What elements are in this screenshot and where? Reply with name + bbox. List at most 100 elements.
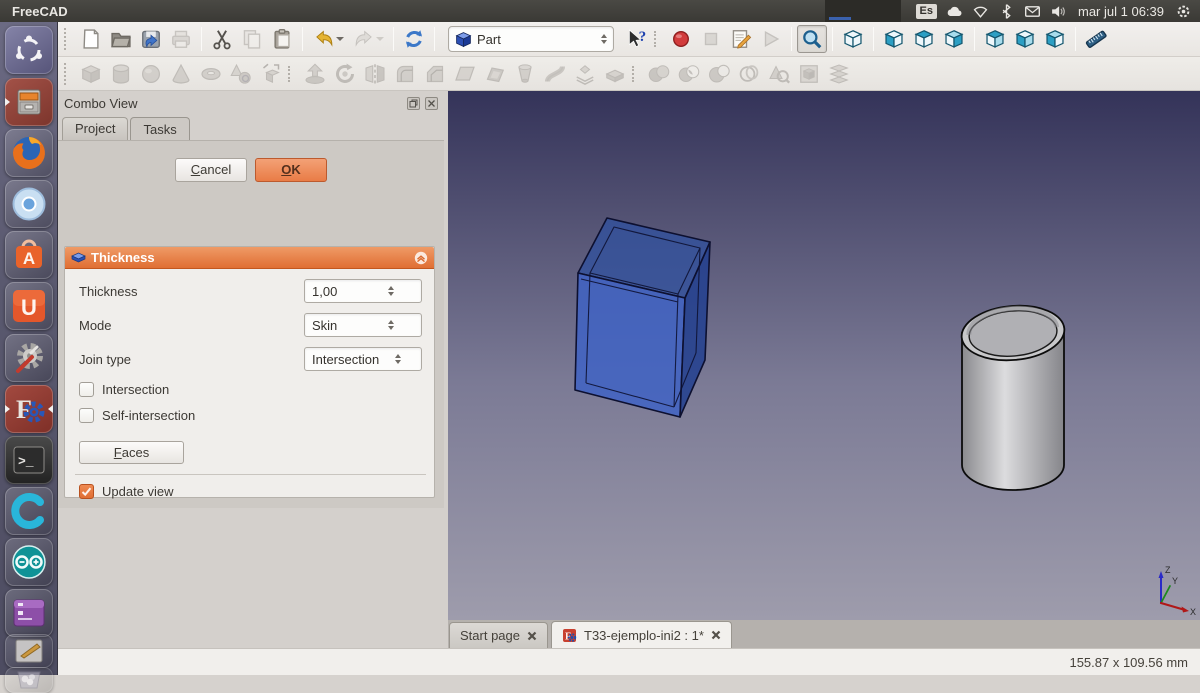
close-tab-icon[interactable] [527, 631, 537, 641]
open-document-button[interactable] [106, 25, 136, 53]
toolbar-drag-handle[interactable] [288, 66, 295, 82]
loft-button[interactable] [510, 60, 540, 88]
3d-viewport[interactable]: Z Y X [448, 91, 1200, 620]
tab-tasks[interactable]: Tasks [130, 117, 189, 141]
cloud-icon[interactable] [946, 3, 963, 20]
paste-button[interactable] [267, 25, 297, 53]
files-icon[interactable] [5, 78, 53, 126]
make-face-button[interactable] [480, 60, 510, 88]
keyboard-layout-indicator[interactable]: Es [916, 4, 937, 19]
system-settings-icon[interactable] [5, 334, 53, 382]
join-type-combobox[interactable]: Intersection [304, 347, 422, 371]
cross-sections-button[interactable] [824, 60, 854, 88]
close-panel-button[interactable] [425, 97, 438, 110]
part-torus-button[interactable] [196, 60, 226, 88]
mode-combo-arrows[interactable] [365, 320, 418, 330]
toolbar-drag-handle[interactable] [64, 28, 71, 50]
bottom-view-button[interactable] [1010, 25, 1040, 53]
self-intersection-checkbox[interactable] [79, 408, 94, 423]
copy-button[interactable] [237, 25, 267, 53]
panel-clock[interactable]: mar jul 1 06:39 [1078, 4, 1164, 19]
measure-distance-button[interactable] [1081, 25, 1111, 53]
trash-icon[interactable] [5, 667, 53, 693]
sweep-button[interactable] [540, 60, 570, 88]
arduino-icon[interactable] [5, 538, 53, 586]
chamfer-button[interactable] [420, 60, 450, 88]
right-view-button[interactable] [939, 25, 969, 53]
combo-view-titlebar[interactable]: Combo View [58, 91, 444, 115]
undo-button[interactable] [308, 25, 348, 53]
redo-button[interactable] [348, 25, 388, 53]
save-document-button[interactable] [136, 25, 166, 53]
ruled-surface-button[interactable] [450, 60, 480, 88]
top-view-button[interactable] [909, 25, 939, 53]
toolbar-drag-handle[interactable] [64, 63, 71, 85]
cancel-button[interactable]: Cancel [175, 158, 247, 182]
macro-edit-button[interactable] [726, 25, 756, 53]
boolean-union-button[interactable] [644, 60, 674, 88]
ok-button[interactable]: OK [255, 158, 327, 182]
fillet-button[interactable] [390, 60, 420, 88]
part-cone-button[interactable] [166, 60, 196, 88]
shape-builder-button[interactable] [256, 60, 286, 88]
firefox-icon[interactable] [5, 129, 53, 177]
boolean-cut-button[interactable] [704, 60, 734, 88]
bluetooth-icon[interactable] [998, 3, 1015, 20]
workbench-selector[interactable]: Part [448, 26, 614, 52]
tab-document[interactable]: F T33-ejemplo-ini2 : 1* [551, 621, 732, 648]
tab-project[interactable]: Project [62, 117, 128, 140]
offset-button[interactable] [570, 60, 600, 88]
toolbar-drag-handle[interactable] [632, 66, 639, 82]
print-button[interactable] [166, 25, 196, 53]
extrude-button[interactable] [300, 60, 330, 88]
axonometric-view-button[interactable] [838, 25, 868, 53]
check-geometry-button[interactable] [764, 60, 794, 88]
create-primitives-button[interactable] [226, 60, 256, 88]
hollow-blue-box[interactable] [575, 218, 710, 417]
thickness-taskbox-header[interactable]: Thickness [65, 247, 434, 269]
intersection-checkbox[interactable] [79, 382, 94, 397]
macro-record-button[interactable] [666, 25, 696, 53]
update-view-checkbox[interactable] [79, 484, 94, 499]
software-center-icon[interactable]: A [5, 231, 53, 279]
undo-dropdown-caret[interactable] [336, 37, 344, 41]
left-view-button[interactable] [1040, 25, 1070, 53]
macro-stop-button[interactable] [696, 25, 726, 53]
notes-app-icon[interactable] [5, 634, 53, 668]
thickness-spinbox[interactable]: 1,00 [304, 279, 422, 303]
toolbar-drag-handle[interactable] [654, 31, 661, 47]
boolean-common-button[interactable] [674, 60, 704, 88]
front-view-button[interactable] [879, 25, 909, 53]
faces-button[interactable]: Faces [79, 441, 184, 464]
chromium-icon[interactable] [5, 180, 53, 228]
dash-home-icon[interactable] [5, 26, 53, 74]
mirror-button[interactable] [360, 60, 390, 88]
join-type-combo-arrows[interactable] [379, 354, 417, 364]
tab-start-page[interactable]: Start page [449, 622, 548, 648]
cut-button[interactable] [207, 25, 237, 53]
refresh-button[interactable] [399, 25, 429, 53]
close-tab-icon[interactable] [711, 630, 721, 640]
whats-this-button[interactable]: ? [622, 25, 652, 53]
float-panel-button[interactable] [407, 97, 420, 110]
workspace-app-icon[interactable] [5, 589, 53, 637]
mode-combobox[interactable]: Skin [304, 313, 422, 337]
c-app-icon[interactable] [5, 487, 53, 535]
freecad-icon[interactable]: F [5, 385, 53, 433]
fit-all-button[interactable] [797, 25, 827, 53]
new-document-button[interactable] [76, 25, 106, 53]
defeaturing-button[interactable] [794, 60, 824, 88]
part-cylinder-button[interactable] [106, 60, 136, 88]
collapse-taskbox-icon[interactable] [414, 251, 428, 265]
section-button[interactable] [734, 60, 764, 88]
terminal-icon[interactable]: >_ [5, 436, 53, 484]
revolve-button[interactable] [330, 60, 360, 88]
wifi-icon[interactable] [972, 3, 989, 20]
part-sphere-button[interactable] [136, 60, 166, 88]
volume-icon[interactable] [1050, 3, 1067, 20]
part-box-button[interactable] [76, 60, 106, 88]
thickness-tool-button[interactable] [600, 60, 630, 88]
macro-play-button[interactable] [756, 25, 786, 53]
hollow-gray-cylinder[interactable] [959, 302, 1066, 490]
session-gear-icon[interactable] [1175, 3, 1192, 20]
